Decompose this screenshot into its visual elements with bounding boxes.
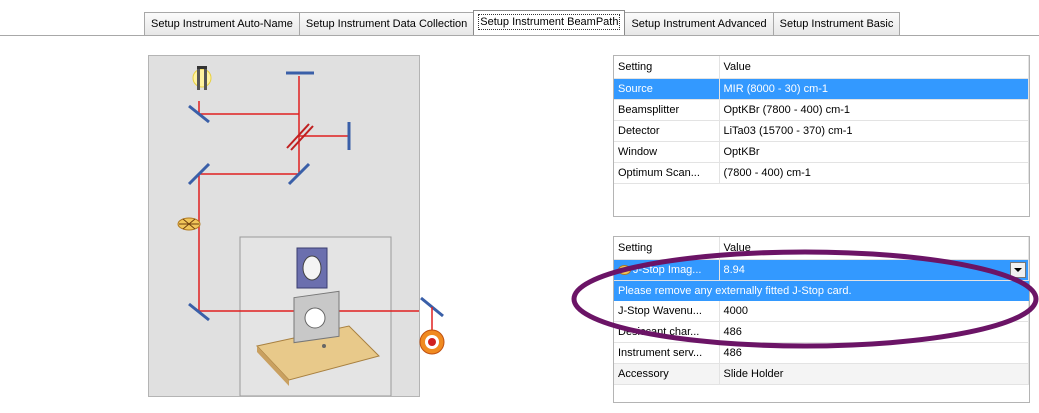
value-cell[interactable]: 4000 [719,301,1029,322]
value-cell[interactable]: 486 [719,321,1029,343]
combo-value: 8.94 [723,264,745,276]
setting-label: J-Stop Imag... [633,264,702,276]
source-lamp-icon [192,66,212,90]
setting-description: Please remove any externally fitted J-St… [614,281,1029,301]
beamsplitter-icon [286,123,314,151]
setting-cell: Beamsplitter [614,99,720,121]
setting-cell: J-Stop Imag... [614,259,720,281]
setting-cell: Optimum Scan... [614,162,720,184]
value-cell[interactable]: Slide Holder [719,363,1029,385]
tab-divider [0,35,1039,36]
tab-basic[interactable]: Setup Instrument Basic [772,12,901,36]
tab-label: Setup Instrument Auto-Name [151,18,293,30]
column-header-setting[interactable]: Setting [614,56,720,79]
tab-label: Setup Instrument BeamPath [478,14,621,30]
tab-label: Setup Instrument Basic [779,18,894,30]
column-header-setting[interactable]: Setting [614,237,720,260]
grid-header: Setting Value [614,237,1029,260]
tab-label: Setup Instrument Advanced [631,18,767,30]
aperture-wheel-icon [177,217,201,231]
tab-label: Setup Instrument Data Collection [305,18,468,30]
beampath-diagram [148,55,420,397]
column-header-value[interactable]: Value [719,56,1029,79]
table-row[interactable]: Detector LiTa03 (15700 - 370) cm-1 [614,120,1029,142]
value-cell[interactable]: MIR (8000 - 30) cm-1 [719,78,1029,100]
setting-cell: Source [614,78,720,100]
setting-cell: Instrument serv... [614,342,720,364]
value-cell[interactable]: OptKBr [719,141,1029,163]
value-cell[interactable]: OptKBr (7800 - 400) cm-1 [719,99,1029,121]
column-header-value[interactable]: Value [719,237,1029,260]
setting-cell: Window [614,141,720,163]
table-row[interactable]: Desiccant char... 486 [614,321,1029,343]
table-row[interactable]: Source MIR (8000 - 30) cm-1 [614,78,1029,100]
tab-strip: Setup Instrument Auto-Name Setup Instrum… [144,10,901,36]
aperture-wheel-icon [618,265,631,276]
value-combobox[interactable]: 8.94 [719,259,1029,281]
setting-cell: J-Stop Wavenu... [614,301,720,322]
table-row[interactable]: J-Stop Wavenu... 4000 [614,301,1029,322]
table-row-selected[interactable]: J-Stop Imag... 8.94 [614,259,1029,281]
tab-beampath[interactable]: Setup Instrument BeamPath [473,10,626,35]
value-cell[interactable]: LiTa03 (15700 - 370) cm-1 [719,120,1029,142]
accessory-settings-grid: Setting Value J-Stop Imag... 8.94 Please… [613,236,1030,403]
value-cell[interactable]: 486 [719,342,1029,364]
output-mirror [419,296,445,355]
setting-cell: Accessory [614,363,720,385]
value-cell[interactable]: (7800 - 400) cm-1 [719,162,1029,184]
table-row[interactable]: Window OptKBr [614,141,1029,163]
tab-auto-name[interactable]: Setup Instrument Auto-Name [144,12,300,36]
setting-cell: Detector [614,120,720,142]
table-row[interactable]: Accessory Slide Holder [614,363,1029,385]
table-row[interactable]: Beamsplitter OptKBr (7800 - 400) cm-1 [614,99,1029,121]
table-row[interactable]: Instrument serv... 486 [614,342,1029,364]
grid-header: Setting Value [614,56,1029,79]
beampath-settings-grid: Setting Value Source MIR (8000 - 30) cm-… [613,55,1030,217]
table-row[interactable]: Optimum Scan... (7800 - 400) cm-1 [614,162,1029,184]
setting-cell: Desiccant char... [614,321,720,343]
tab-data-collection[interactable]: Setup Instrument Data Collection [298,12,475,36]
chevron-down-icon[interactable] [1010,262,1026,278]
tab-advanced[interactable]: Setup Instrument Advanced [624,12,774,36]
